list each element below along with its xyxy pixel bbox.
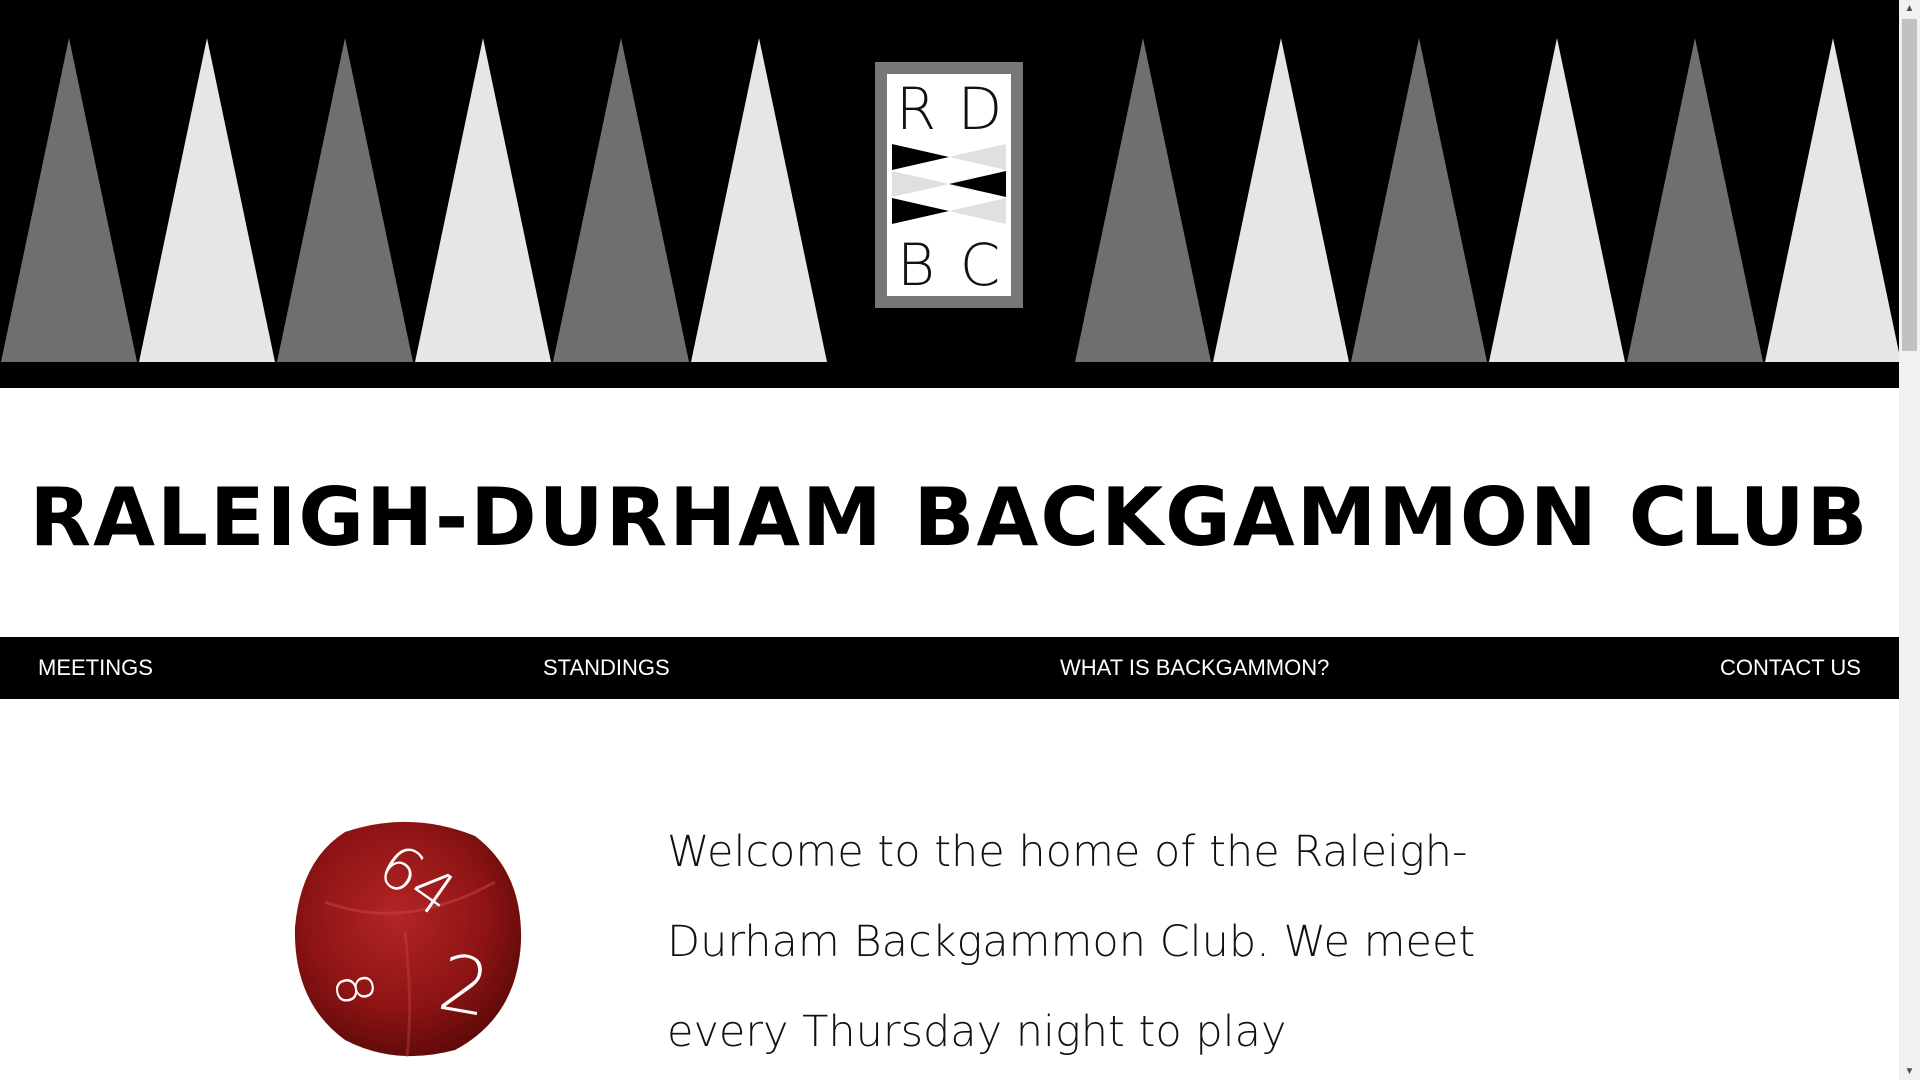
main-nav: MEETINGS STANDINGS WHAT IS BACKGAMMON? C… [0,637,1899,699]
backgammon-point [691,38,827,362]
doubling-cube-image: 64 8 2 [285,812,535,1062]
backgammon-point [277,38,413,362]
backgammon-point [1213,38,1349,362]
backgammon-point [1765,38,1899,362]
nav-item-standings[interactable]: STANDINGS [543,637,670,699]
backgammon-point [1,38,137,362]
backgammon-point [1627,38,1763,362]
site-title: RALEIGH-DURHAM BACKGAMMON CLUB [29,471,1870,564]
club-logo[interactable]: R D B C [875,62,1023,308]
logo-points-icon [892,144,1006,224]
logo-letter-r: R [895,75,937,143]
nav-item-what-is-backgammon[interactable]: WHAT IS BACKGAMMON? [1060,637,1329,699]
logo-letter-b: B [897,231,935,299]
backgammon-point [1351,38,1487,362]
backgammon-point [553,38,689,362]
nav-item-meetings[interactable]: MEETINGS [38,637,153,699]
logo-letter-c: C [959,231,1001,299]
backgammon-point [1489,38,1625,362]
main-content: 64 8 2 Welcome to the home of the Raleig… [0,699,1899,1080]
header-banner: R D B C [0,0,1899,388]
logo-letter-d: D [957,75,1003,143]
backgammon-point [415,38,551,362]
chevron-down-icon[interactable]: ▼ [1899,1063,1920,1080]
backgammon-point [1075,38,1211,362]
scrollbar-thumb[interactable] [1902,19,1917,351]
chevron-up-icon[interactable]: ▲ [1899,0,1920,17]
nav-item-contact-us[interactable]: CONTACT US [1720,637,1861,699]
backgammon-point [139,38,275,362]
welcome-text: Welcome to the home of the Raleigh-Durha… [667,827,1476,1057]
title-section: RALEIGH-DURHAM BACKGAMMON CLUB [0,388,1899,637]
logo-panel: R D B C [887,74,1011,296]
page: R D B C RALEIGH-DURHAM BACKGAMMON CLUB M… [0,0,1899,1080]
vertical-scrollbar[interactable]: ▲ ▼ [1899,0,1920,1080]
